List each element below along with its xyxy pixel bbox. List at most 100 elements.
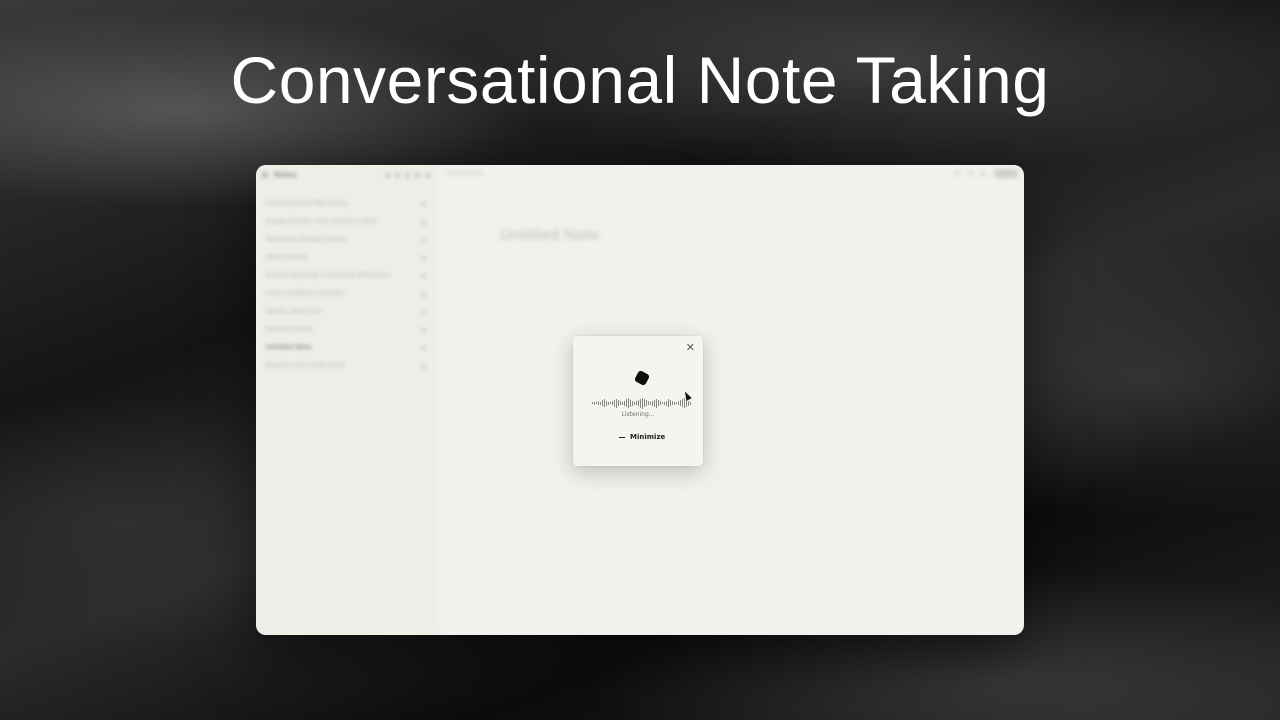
waveform-bar <box>602 400 603 406</box>
waveform-bar <box>670 400 671 406</box>
waveform-bar <box>600 401 601 405</box>
waveform-bar <box>612 401 613 405</box>
waveform-bar <box>660 401 661 405</box>
sidebar-note-item[interactable]: Research Notes <box>262 321 430 339</box>
listening-status: Listening... <box>621 411 655 418</box>
waveform-bar <box>668 399 669 407</box>
note-title[interactable]: Untitled Note <box>500 227 600 245</box>
note-status-dot-icon <box>421 363 426 369</box>
waveform-bar <box>674 401 675 405</box>
sidebar-note-label: Reading List & Book Notes <box>266 362 346 369</box>
waveform-bar <box>628 398 629 408</box>
voice-orb-icon <box>633 369 651 387</box>
share-button[interactable] <box>994 168 1018 178</box>
sidebar: Notes Understanding Web Privacy Design Pr… <box>256 165 437 635</box>
minus-icon <box>619 436 625 438</box>
note-status-dot-icon <box>421 237 426 243</box>
waveform-bar <box>650 401 651 405</box>
waveform-bar <box>662 402 663 404</box>
note-status-dot-icon <box>421 327 426 333</box>
waveform-bar <box>666 400 667 406</box>
waveform-bar <box>608 401 609 405</box>
waveform-bar <box>678 401 679 405</box>
sidebar-note-item[interactable]: Client Feedback Summary <box>262 285 430 303</box>
sidebar-note-label: Understanding Web Privacy <box>266 200 349 207</box>
topbar-actions <box>955 168 1024 178</box>
close-icon[interactable]: ✕ <box>686 342 695 354</box>
note-status-dot-icon <box>421 201 426 207</box>
waveform-bar <box>688 400 689 406</box>
waveform-bar <box>620 401 621 405</box>
sidebar-note-item[interactable]: Untitled Note <box>262 339 430 357</box>
note-status-dot-icon <box>421 219 426 225</box>
top-bar: Untitled Note <box>438 165 1024 181</box>
waveform-bar <box>642 397 643 409</box>
sidebar-note-label: Product Roadmap & Quarterly Milestones <box>266 272 390 279</box>
waveform-bar <box>596 402 597 404</box>
waveform-bar <box>682 399 683 407</box>
more-icon[interactable] <box>981 170 986 176</box>
new-note-icon[interactable] <box>395 172 400 178</box>
waveform-bar <box>614 399 615 407</box>
waveform-bar <box>634 401 635 405</box>
waveform-bar <box>648 401 649 405</box>
waveform-bar <box>690 401 691 405</box>
waveform-bar <box>680 400 681 406</box>
note-status-dot-icon <box>421 291 426 297</box>
sidebar-note-item[interactable]: Understanding Web Privacy <box>262 195 430 213</box>
waveform-bar <box>626 399 627 407</box>
waveform-bar <box>604 399 605 407</box>
sidebar-header: Notes <box>256 167 436 183</box>
breadcrumb: Untitled Note <box>444 169 484 177</box>
waveform-bar <box>630 399 631 407</box>
sidebar-note-label: Design Process: From Sketch to Final <box>266 218 376 225</box>
waveform-bar <box>606 400 607 406</box>
waveform-bar <box>618 400 619 406</box>
search-icon[interactable] <box>385 172 390 178</box>
waveform-bar <box>636 401 637 405</box>
waveform-bar <box>656 398 657 408</box>
sidebar-note-label: Research Notes <box>266 326 313 333</box>
waveform-bar <box>592 402 593 404</box>
waveform-bar <box>622 401 623 405</box>
note-status-dot-icon <box>421 309 426 315</box>
sidebar-note-label: Ideas Backlog <box>266 254 308 261</box>
sidebar-note-item[interactable]: Marketing Strategy Review <box>262 231 430 249</box>
waveform-bar <box>646 400 647 406</box>
waveform-bar <box>610 402 611 404</box>
waveform-bar <box>654 399 655 407</box>
undo-icon[interactable] <box>955 170 960 176</box>
waveform-bar <box>644 399 645 407</box>
waveform-bar <box>594 401 595 405</box>
note-status-dot-icon <box>421 273 426 279</box>
waveform-bar <box>664 401 665 405</box>
sidebar-note-item[interactable]: Ideas Backlog <box>262 249 430 267</box>
share-icon[interactable] <box>415 172 420 178</box>
app-logo-icon <box>262 172 268 178</box>
waveform-bar <box>676 402 677 404</box>
minimize-button[interactable]: Minimize <box>619 433 665 441</box>
sidebar-note-label: Untitled Note <box>266 344 312 351</box>
settings-icon[interactable] <box>405 172 410 178</box>
sidebar-note-item[interactable]: Weekly Team Sync <box>262 303 430 321</box>
redo-icon[interactable] <box>968 170 973 176</box>
waveform-bar <box>624 400 625 406</box>
note-status-dot-icon <box>421 255 426 261</box>
waveform-bar <box>652 400 653 406</box>
sidebar-toggle-icon[interactable] <box>425 172 430 178</box>
note-list: Understanding Web Privacy Design Process:… <box>256 195 436 375</box>
sidebar-note-item[interactable]: Reading List & Book Notes <box>262 357 430 375</box>
waveform-bar <box>640 398 641 408</box>
waveform-bar <box>616 398 617 408</box>
sidebar-note-label: Marketing Strategy Review <box>266 236 347 243</box>
sidebar-note-label: Weekly Team Sync <box>266 308 322 315</box>
sidebar-toolbar <box>385 172 430 178</box>
headline: Conversational Note Taking <box>230 43 1050 117</box>
note-status-dot-icon <box>421 345 426 351</box>
voice-listening-modal: ✕ Listening... Minimize <box>573 336 703 466</box>
waveform-bar <box>638 400 639 406</box>
sidebar-note-item[interactable]: Design Process: From Sketch to Final <box>262 213 430 231</box>
sidebar-note-label: Client Feedback Summary <box>266 290 345 297</box>
audio-waveform <box>592 397 692 409</box>
sidebar-note-item[interactable]: Product Roadmap & Quarterly Milestones <box>262 267 430 285</box>
